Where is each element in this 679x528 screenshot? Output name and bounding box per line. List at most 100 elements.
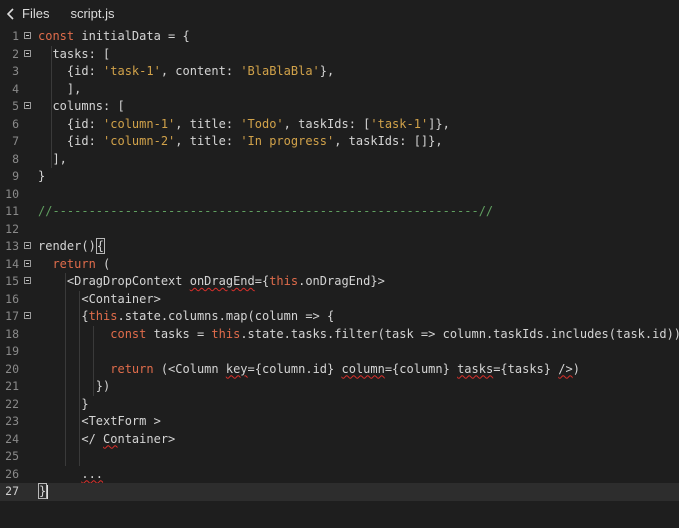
code-line[interactable]: 9} xyxy=(0,168,679,186)
code-line[interactable]: 26 ... xyxy=(0,466,679,484)
code-token: , taskIds: [ xyxy=(283,116,371,131)
code-line[interactable]: 19 xyxy=(0,343,679,361)
code-line[interactable]: 8 ], xyxy=(0,151,679,169)
line-number: 1 xyxy=(12,29,19,43)
code-token: 'column-1' xyxy=(103,116,176,131)
code-token: { xyxy=(38,309,89,323)
code-text: <Container> xyxy=(38,291,161,309)
line-number: 21 xyxy=(5,379,19,393)
code-text: </ Container> xyxy=(38,431,175,449)
code-line[interactable]: 23 <TextForm > xyxy=(0,413,679,431)
code-line[interactable]: 4 ], xyxy=(0,81,679,99)
fold-toggle-icon[interactable] xyxy=(24,312,31,319)
line-number: 19 xyxy=(5,344,19,358)
code-text: const initialData = { xyxy=(38,28,190,46)
code-text: {this.state.columns.map(column => { xyxy=(38,308,334,326)
line-number: 22 xyxy=(5,396,19,411)
code-token: ={column} xyxy=(384,361,458,376)
file-tab-script-js[interactable]: script.js xyxy=(66,6,118,21)
code-line[interactable]: 17 {this.state.columns.map(column => { xyxy=(0,308,679,326)
code-token: ) xyxy=(572,361,580,376)
code-line[interactable]: 11 //------------------------------------… xyxy=(0,203,679,221)
line-number: 16 xyxy=(5,291,19,306)
code-token: }, xyxy=(319,64,335,78)
code-token: <Container> xyxy=(38,291,161,306)
line-number: 11 xyxy=(5,204,19,218)
line-number: 5 xyxy=(12,99,19,113)
code-token: key xyxy=(225,361,248,376)
fold-toggle-icon[interactable] xyxy=(24,49,31,57)
code-token: .state.tasks.filter(task => column.taskI… xyxy=(240,326,679,341)
code-token: } xyxy=(38,396,89,411)
code-text: } xyxy=(38,483,49,501)
code-line[interactable]: 21 }) xyxy=(0,378,679,396)
code-token: 'In progress' xyxy=(240,134,335,148)
code-line[interactable]: 24 </ Container> xyxy=(0,431,679,449)
code-text: const tasks = this.state.tasks.filter(ta… xyxy=(38,326,679,344)
fold-toggle-icon[interactable] xyxy=(24,277,31,284)
line-number: 14 xyxy=(5,256,19,271)
code-text: return ( xyxy=(38,256,110,274)
line-number: 7 xyxy=(12,134,19,148)
line-number: 8 xyxy=(12,151,19,166)
line-number: 24 xyxy=(5,431,19,446)
code-token: , title: xyxy=(175,116,241,131)
code-token: </ xyxy=(38,431,104,446)
code-text: //--------------------------------------… xyxy=(38,203,493,221)
code-token: ( xyxy=(95,256,111,271)
code-line[interactable]: 13 render(){ xyxy=(0,238,679,256)
code-token: <DragDropContext xyxy=(38,274,190,288)
code-line[interactable]: 6 {id: 'column-1', title: 'Todo', taskId… xyxy=(0,116,679,134)
code-token: }) xyxy=(38,379,111,393)
code-line[interactable]: 14 return ( xyxy=(0,256,679,274)
code-text: <TextForm > xyxy=(38,413,160,431)
code-token: ], xyxy=(38,81,82,96)
code-token: } xyxy=(38,483,48,499)
code-token: //--------------------------------------… xyxy=(38,204,494,218)
code-line[interactable]: 10 xyxy=(0,186,679,204)
code-text: ... xyxy=(38,466,103,484)
code-token: ]}, xyxy=(428,116,450,131)
fold-toggle-icon[interactable] xyxy=(24,32,31,39)
code-token: this xyxy=(88,309,118,323)
code-line[interactable]: 18 const tasks = this.state.tasks.filter… xyxy=(0,326,679,344)
code-line[interactable]: 27} xyxy=(0,483,679,501)
code-token: Co xyxy=(103,431,118,446)
code-line[interactable]: 25 xyxy=(0,448,679,466)
code-editor[interactable]: 1 const initialData = {2 tasks: [3 {id: '… xyxy=(0,28,679,528)
line-number: 10 xyxy=(5,186,19,201)
code-line[interactable]: 2 tasks: [ xyxy=(0,46,679,64)
line-number: 18 xyxy=(5,326,19,341)
code-line[interactable]: 15 <DragDropContext onDragEnd={this.onDr… xyxy=(0,273,679,291)
code-line[interactable]: 16 <Container> xyxy=(0,291,679,309)
fold-toggle-icon[interactable] xyxy=(24,102,31,109)
code-token: ], xyxy=(38,151,67,166)
code-line[interactable]: 7 {id: 'column-2', title: 'In progress',… xyxy=(0,133,679,151)
fold-toggle-icon[interactable] xyxy=(24,242,31,249)
code-line[interactable]: 1 const initialData = { xyxy=(0,28,679,46)
code-token: render() xyxy=(38,239,96,253)
code-token: return xyxy=(110,361,154,376)
code-line[interactable]: 3 {id: 'task-1', content: 'BlaBlaBla'}, xyxy=(0,63,679,81)
code-line[interactable]: 20 return (<Column key={column.id} colum… xyxy=(0,361,679,379)
code-line[interactable]: 5 columns: [ xyxy=(0,98,679,116)
code-token: /> xyxy=(558,361,573,376)
line-number: 12 xyxy=(5,221,19,236)
code-token: 'task-1' xyxy=(370,116,429,131)
code-token: Container> xyxy=(103,432,175,446)
code-token: {id: xyxy=(38,116,104,131)
line-number: 23 xyxy=(5,414,19,428)
line-number: 3 xyxy=(12,64,19,78)
code-token: ={tasks} xyxy=(493,361,559,376)
code-text: ], xyxy=(38,81,81,99)
code-token: tasks = xyxy=(146,326,212,341)
line-number: 20 xyxy=(5,361,19,376)
code-line[interactable]: 12 xyxy=(0,221,679,239)
back-to-files-button[interactable]: Files xyxy=(4,6,49,22)
indent-guide xyxy=(65,273,66,466)
code-line[interactable]: 22 } xyxy=(0,396,679,414)
fold-toggle-icon[interactable] xyxy=(24,259,31,267)
code-token: { xyxy=(95,238,106,254)
line-number: 27 xyxy=(5,484,19,498)
